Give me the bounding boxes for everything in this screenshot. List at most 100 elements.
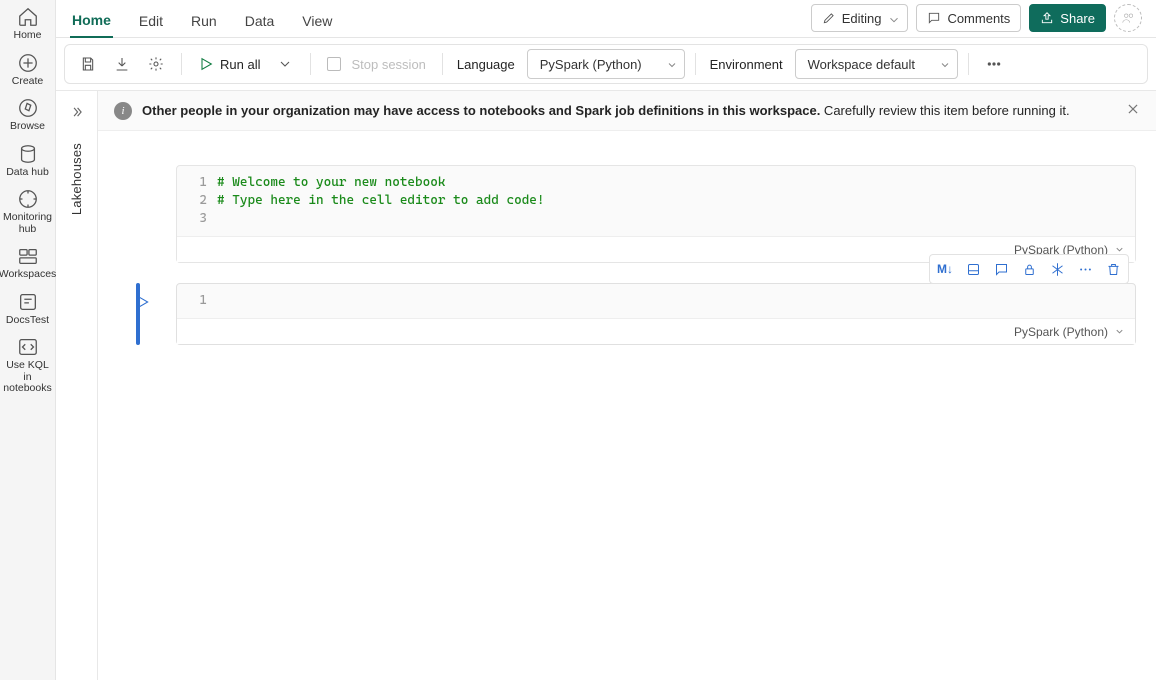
save-button[interactable] — [73, 49, 103, 79]
comment-icon — [994, 262, 1009, 277]
rail-item-home[interactable]: Home — [2, 6, 54, 42]
editing-mode-button[interactable]: Editing — [811, 4, 909, 32]
tab-home[interactable]: Home — [70, 12, 113, 38]
tab-data[interactable]: Data — [243, 13, 277, 37]
pencil-icon — [822, 11, 836, 25]
banner-text: Other people in your organization may ha… — [142, 103, 1070, 118]
divider — [181, 53, 182, 75]
toggle-output-button[interactable] — [960, 257, 986, 281]
delete-cell-button[interactable] — [1100, 257, 1126, 281]
content: i Other people in your organization may … — [98, 91, 1156, 680]
more-actions-button[interactable] — [979, 49, 1009, 79]
banner-close-button[interactable] — [1126, 102, 1140, 119]
download-button[interactable] — [107, 49, 137, 79]
run-all-button[interactable]: Run all — [192, 49, 266, 79]
checkbox-icon — [327, 57, 341, 71]
share-icon — [1040, 11, 1054, 25]
value: Workspace default — [808, 57, 915, 72]
code-icon — [17, 336, 39, 358]
tab-edit[interactable]: Edit — [137, 13, 165, 37]
chevron-down-icon — [939, 59, 949, 69]
close-icon — [1126, 102, 1140, 116]
comments-button[interactable]: Comments — [916, 4, 1021, 32]
code-cell[interactable]: M↓ 1 PySpark (P — [176, 283, 1136, 345]
divider — [695, 53, 696, 75]
freeze-cell-button[interactable] — [1044, 257, 1070, 281]
run-all-dropdown[interactable] — [270, 49, 300, 79]
trash-icon — [1106, 262, 1121, 277]
compass-icon — [17, 97, 39, 119]
toolbar: Run all Stop session Language PySpark (P… — [64, 44, 1148, 84]
comment-cell-button[interactable] — [988, 257, 1014, 281]
monitor-icon — [17, 188, 39, 210]
label: Editing — [842, 11, 882, 26]
banner-rest: Carefully review this item before runnin… — [820, 103, 1069, 118]
tab-run[interactable]: Run — [189, 13, 219, 37]
home-icon — [17, 6, 39, 28]
environment-label: Environment — [706, 57, 791, 72]
rail-label: Browse — [10, 121, 45, 133]
rail-label: Workspaces — [0, 269, 56, 281]
save-icon — [80, 56, 96, 72]
code-editor[interactable] — [217, 292, 1135, 310]
chevron-down-icon — [277, 56, 293, 72]
lock-icon — [1022, 262, 1037, 277]
chevron-down-icon[interactable] — [1114, 326, 1125, 337]
settings-button[interactable] — [141, 49, 171, 79]
share-button[interactable]: Share — [1029, 4, 1106, 32]
value: PySpark (Python) — [540, 57, 642, 72]
top-actions: Editing Comments Share — [811, 4, 1142, 37]
code-editor[interactable]: # Welcome to your new notebook # Type he… — [217, 174, 1135, 228]
language-select[interactable]: PySpark (Python) — [527, 49, 685, 79]
rail-item-create[interactable]: Create — [2, 52, 54, 88]
stop-session-button[interactable]: Stop session — [321, 49, 431, 79]
ribbon-tabs: Home Edit Run Data View Editing Comments… — [56, 0, 1156, 38]
cell-language[interactable]: PySpark (Python) — [1014, 325, 1108, 339]
rail-item-monitoring[interactable]: Monitoring hub — [2, 188, 54, 235]
main: Home Edit Run Data View Editing Comments… — [56, 0, 1156, 680]
snowflake-icon — [1050, 262, 1065, 277]
label: Share — [1060, 11, 1095, 26]
presence-avatar[interactable] — [1114, 4, 1142, 32]
lock-cell-button[interactable] — [1016, 257, 1042, 281]
notebook: 123 # Welcome to your new notebook # Typ… — [98, 131, 1156, 385]
label: Comments — [947, 11, 1010, 26]
side-panel: Lakehouses — [56, 91, 98, 680]
expand-panel-button[interactable] — [64, 99, 90, 125]
rail-item-workspaces[interactable]: Workspaces — [2, 245, 54, 281]
panel-icon — [966, 262, 981, 277]
cell-toolbar: M↓ — [929, 254, 1129, 284]
cell-body[interactable]: 123 # Welcome to your new notebook # Typ… — [177, 166, 1135, 236]
divider — [968, 53, 969, 75]
plus-circle-icon — [17, 52, 39, 74]
run-cell-button[interactable] — [136, 295, 150, 309]
play-icon — [198, 56, 214, 72]
ellipsis-icon — [1078, 262, 1093, 277]
data-hub-icon — [17, 143, 39, 165]
rail-item-browse[interactable]: Browse — [2, 97, 54, 133]
download-icon — [114, 56, 130, 72]
convert-to-markdown-button[interactable]: M↓ — [932, 257, 958, 281]
rail-item-kql[interactable]: Use KQL in notebooks — [2, 336, 54, 395]
info-banner: i Other people in your organization may … — [98, 91, 1156, 131]
environment-select[interactable]: Workspace default — [795, 49, 958, 79]
left-nav-rail: Home Create Browse Data hub Monitoring h… — [0, 0, 56, 680]
tab-view[interactable]: View — [300, 13, 334, 37]
label: Stop session — [351, 57, 425, 72]
workspace-icon — [17, 291, 39, 313]
rail-label: DocsTest — [6, 315, 49, 327]
more-cell-actions-button[interactable] — [1072, 257, 1098, 281]
divider — [442, 53, 443, 75]
cell-body[interactable]: 1 — [177, 284, 1135, 318]
rail-label: Use KQL in notebooks — [2, 360, 54, 395]
workspaces-icon — [17, 245, 39, 267]
info-icon: i — [114, 102, 132, 120]
language-label: Language — [453, 57, 523, 72]
active-cell-marker — [136, 283, 140, 345]
rail-item-datahub[interactable]: Data hub — [2, 143, 54, 179]
code-cell[interactable]: 123 # Welcome to your new notebook # Typ… — [176, 165, 1136, 263]
side-panel-label[interactable]: Lakehouses — [69, 143, 84, 215]
cell-footer: PySpark (Python) — [177, 318, 1135, 344]
label: Run all — [220, 57, 260, 72]
rail-item-docstest[interactable]: DocsTest — [2, 291, 54, 327]
